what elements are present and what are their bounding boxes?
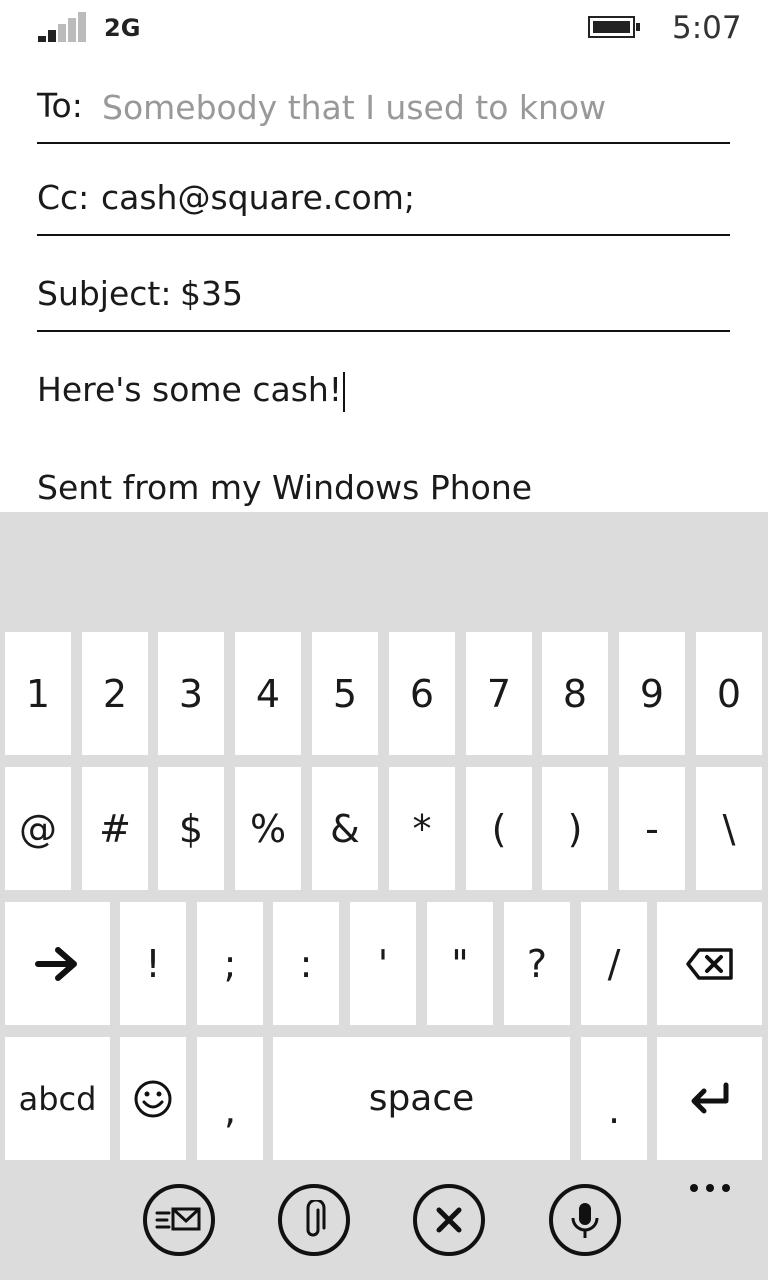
key-label: / — [607, 941, 621, 986]
key-at[interactable]: @ — [5, 767, 71, 890]
key-label: \ — [722, 806, 736, 851]
subject-label: Subject: — [37, 274, 172, 313]
key-percent[interactable]: % — [235, 767, 301, 890]
key-close-paren[interactable]: ) — [542, 767, 608, 890]
abc-key[interactable]: abcd — [5, 1037, 110, 1160]
signature[interactable]: Sent from my Windows Phone — [37, 468, 532, 507]
key-apostrophe[interactable]: ' — [350, 902, 416, 1025]
cc-label: Cc: — [37, 178, 90, 217]
shift-arrow-key[interactable] — [5, 902, 110, 1025]
key-label: 2 — [102, 671, 128, 716]
dictate-button[interactable] — [549, 1184, 621, 1256]
smiley-icon — [134, 1080, 172, 1117]
right-arrow-icon — [34, 946, 77, 981]
to-field[interactable]: To: Somebody that I used to know — [37, 78, 730, 144]
key-4[interactable]: 4 — [235, 632, 301, 755]
key-7[interactable]: 7 — [466, 632, 532, 755]
key-label: 3 — [178, 671, 204, 716]
key-dollar[interactable]: $ — [158, 767, 224, 890]
network-type: 2G — [104, 14, 141, 42]
key-label: . — [607, 1088, 621, 1132]
key-label: @ — [19, 806, 57, 851]
key-label: ( — [491, 806, 507, 851]
key-label: & — [330, 806, 360, 851]
more-dots-icon[interactable] — [688, 1178, 732, 1198]
key-label: 7 — [486, 671, 512, 716]
key-label: 4 — [255, 671, 281, 716]
send-icon — [155, 1207, 201, 1231]
attach-icon — [306, 1200, 326, 1237]
key-label: 5 — [332, 671, 358, 716]
enter-icon — [691, 1082, 728, 1113]
cc-field[interactable]: Cc: cash@square.com; — [37, 170, 730, 236]
key-ampersand[interactable]: & — [312, 767, 378, 890]
key-slash[interactable]: / — [581, 902, 647, 1025]
discard-icon — [436, 1207, 462, 1233]
key-hyphen[interactable]: - — [619, 767, 685, 890]
key-quote[interactable]: " — [427, 902, 493, 1025]
key-label: abcd — [18, 1079, 97, 1118]
key-9[interactable]: 9 — [619, 632, 685, 755]
message-body[interactable]: Here's some cash! — [37, 370, 346, 412]
key-label: " — [451, 941, 469, 986]
key-label: ) — [567, 806, 583, 851]
to-input[interactable]: Somebody that I used to know — [102, 88, 606, 127]
backspace-key[interactable] — [657, 902, 762, 1025]
key-2[interactable]: 2 — [82, 632, 148, 755]
key-label: space — [368, 1078, 475, 1119]
subject-input[interactable]: $35 — [180, 274, 243, 313]
space-key[interactable]: space — [273, 1037, 570, 1160]
key-semicolon[interactable]: ; — [197, 902, 263, 1025]
key-label: : — [299, 941, 313, 986]
signal-bars-icon — [38, 12, 86, 42]
key-open-paren[interactable]: ( — [466, 767, 532, 890]
key-label: ; — [223, 941, 237, 986]
key-backslash[interactable]: \ — [696, 767, 762, 890]
key-8[interactable]: 8 — [542, 632, 608, 755]
key-period[interactable]: . — [581, 1037, 647, 1160]
key-label: , — [223, 1088, 237, 1132]
to-label: To: — [37, 86, 83, 125]
dictate-icon — [571, 1203, 599, 1238]
key-0[interactable]: 0 — [696, 632, 762, 755]
on-screen-keyboard: 1 2 3 4 5 6 7 8 9 0 @ # $ % & * ( ) - \ … — [0, 512, 768, 1280]
battery-icon — [588, 16, 640, 38]
key-5[interactable]: 5 — [312, 632, 378, 755]
attach-button[interactable] — [278, 1184, 350, 1256]
key-6[interactable]: 6 — [389, 632, 455, 755]
key-colon[interactable]: : — [273, 902, 339, 1025]
key-hash[interactable]: # — [82, 767, 148, 890]
clock: 5:07 — [672, 10, 742, 46]
key-asterisk[interactable]: * — [389, 767, 455, 890]
message-body-text: Here's some cash! — [37, 370, 343, 409]
key-label: # — [99, 806, 131, 851]
text-caret — [343, 371, 346, 412]
key-label: 6 — [409, 671, 435, 716]
send-button[interactable] — [143, 1184, 215, 1256]
key-comma[interactable]: , — [197, 1037, 263, 1160]
key-exclamation[interactable]: ! — [120, 902, 186, 1025]
backspace-icon — [685, 947, 733, 980]
discard-button[interactable] — [413, 1184, 485, 1256]
key-label: % — [249, 806, 287, 851]
key-label: ? — [526, 941, 548, 986]
cc-input[interactable]: cash@square.com; — [101, 178, 415, 217]
key-question[interactable]: ? — [504, 902, 570, 1025]
key-label: * — [412, 806, 432, 851]
key-label: ' — [377, 941, 389, 986]
key-1[interactable]: 1 — [5, 632, 71, 755]
key-label: - — [645, 806, 659, 851]
key-label: ! — [145, 941, 161, 986]
key-label: 1 — [25, 671, 51, 716]
emoji-key[interactable] — [120, 1037, 186, 1160]
status-bar: 2G 5:07 — [0, 0, 768, 60]
key-label: 0 — [716, 671, 742, 716]
enter-key[interactable] — [657, 1037, 762, 1160]
subject-field[interactable]: Subject: $35 — [37, 264, 730, 332]
key-label: $ — [178, 806, 204, 851]
key-label: 8 — [562, 671, 588, 716]
key-3[interactable]: 3 — [158, 632, 224, 755]
key-label: 9 — [639, 671, 665, 716]
